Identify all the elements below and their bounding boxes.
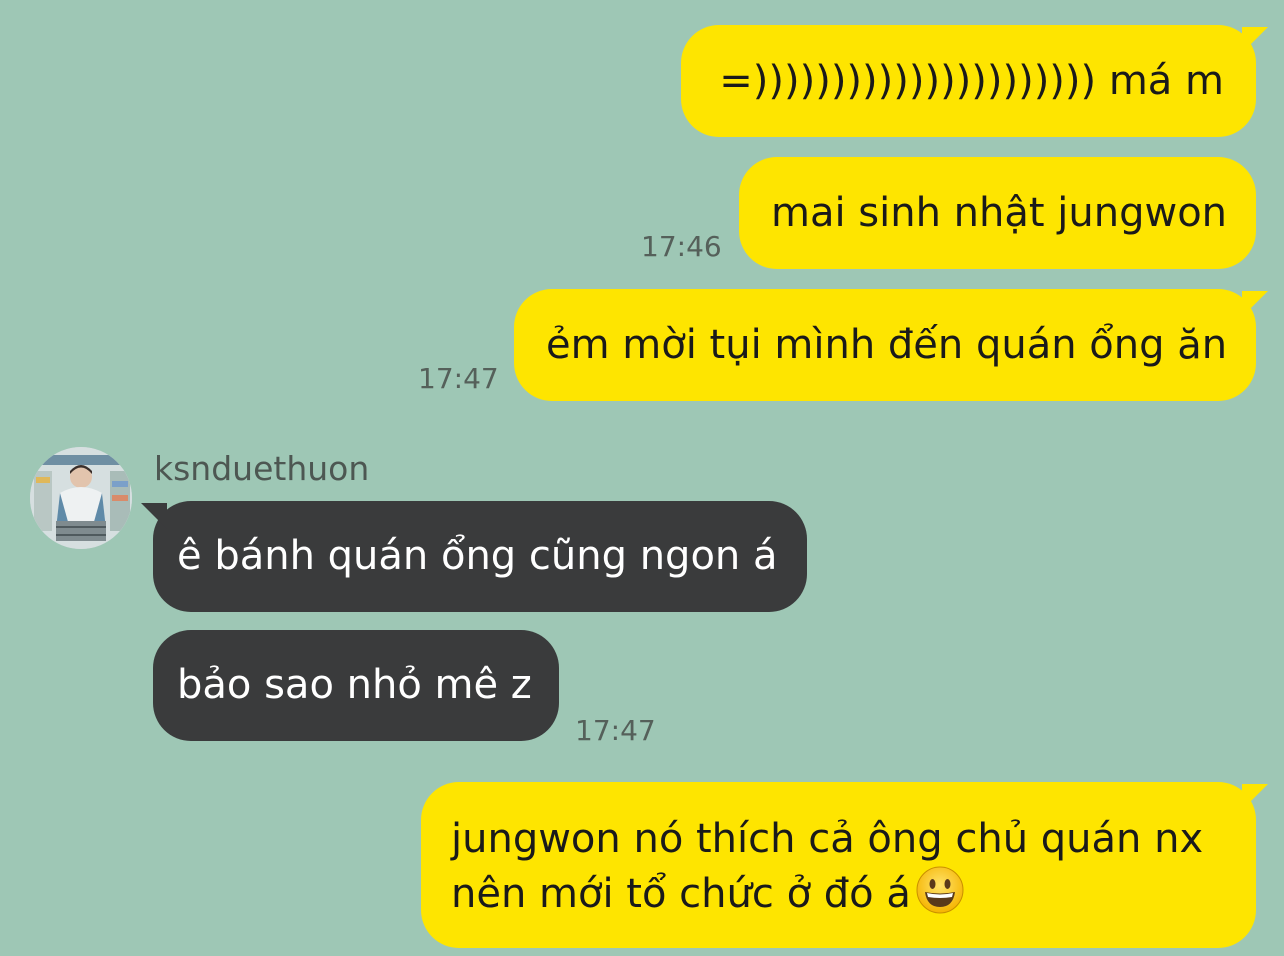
message-text-line: nên mới tổ chức ở đó á [451,871,911,917]
sender-avatar[interactable] [30,447,132,549]
message-text: ẻm mời tụi mình đến quán ổng ăn [546,322,1228,368]
message-timestamp: 17:46 [641,230,722,263]
sender-name: ksnduethuon [154,449,370,488]
grinning-face-emoji-icon [916,866,964,914]
outgoing-message-bubble[interactable]: mai sinh nhật jungwon [739,157,1256,269]
bubble-tail [1242,291,1268,317]
incoming-message-bubble[interactable]: bảo sao nhỏ mê z [153,630,559,741]
bubble-tail [1242,27,1268,53]
message-text-line-2: nên mới tổ chức ở đó á [451,865,1226,920]
message-timestamp: 17:47 [418,362,499,395]
outgoing-message-bubble[interactable]: jungwon nó thích cả ông chủ quán nx nên … [421,782,1268,948]
bubble-tail [1242,784,1268,810]
message-timestamp: 17:47 [575,714,656,747]
message-text-line: jungwon nó thích cả ông chủ quán nx [451,816,1204,862]
message-text: ê bánh quán ổng cũng ngon á [177,533,778,579]
message-text: =)))))))))))))))))))))) má m [719,58,1224,104]
incoming-message-bubble[interactable]: ê bánh quán ổng cũng ngon á [141,501,807,612]
bubble-tail [141,503,167,529]
outgoing-message-bubble[interactable]: ẻm mời tụi mình đến quán ổng ăn [514,289,1268,401]
avatar-photo [30,447,132,549]
message-text: mai sinh nhật jungwon [771,190,1228,236]
outgoing-message-bubble[interactable]: =)))))))))))))))))))))) má m [681,25,1268,137]
message-text: bảo sao nhỏ mê z [177,662,532,708]
